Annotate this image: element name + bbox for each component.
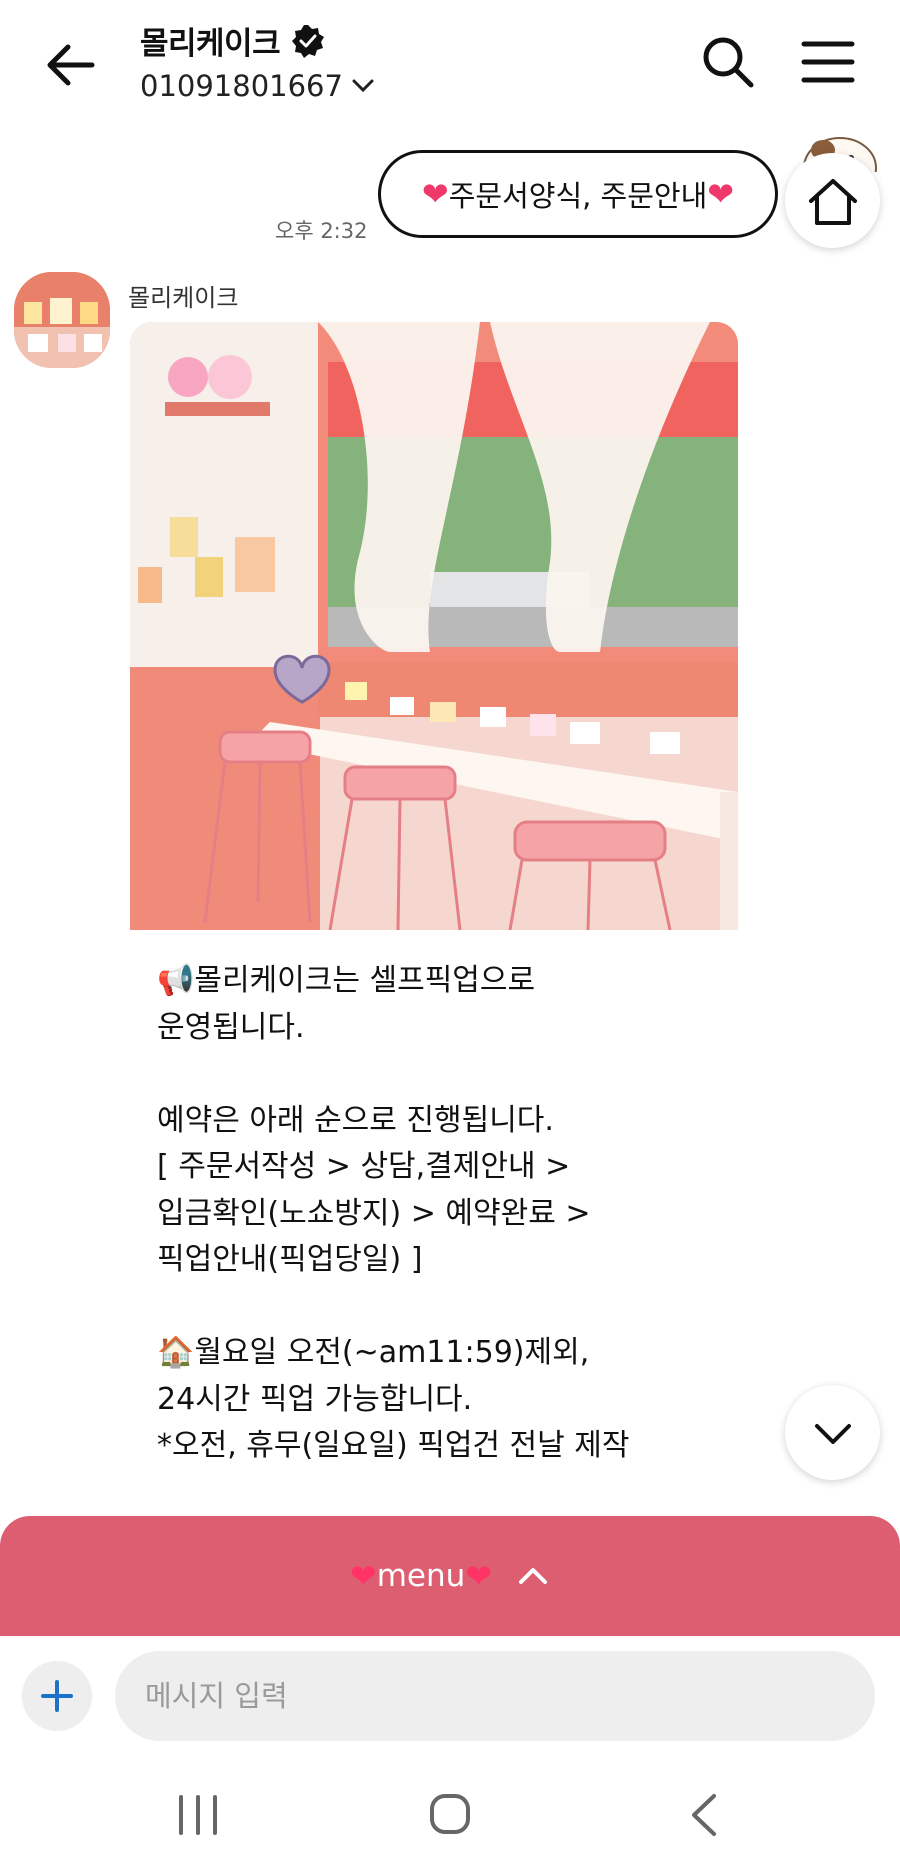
plus-icon — [41, 1680, 73, 1712]
search-icon — [703, 37, 754, 88]
chat-header: 몰리케이크 01091801667 — [0, 0, 900, 140]
verified-badge-icon — [292, 24, 325, 58]
message-input[interactable] — [115, 1651, 875, 1741]
sent-message-bubble[interactable]: ❤ 주문서양식, 주문안내 ❤ — [378, 150, 778, 238]
back-nav-icon[interactable] — [686, 1792, 720, 1838]
sender-name: 몰리케이크 — [128, 284, 239, 312]
home-button[interactable] — [785, 153, 880, 248]
attach-button[interactable] — [22, 1661, 92, 1731]
hamburger-menu-icon — [801, 41, 855, 83]
heart-emoji: ❤ — [465, 1557, 493, 1595]
heart-emoji: ❤ — [349, 1557, 377, 1595]
received-message-text: 📢몰리케이크는 셀프픽업으로 운영됩니다. 예약은 아래 순으로 진행됩니다. … — [157, 963, 630, 1463]
chevron-down-icon — [814, 1423, 851, 1444]
menu-label: menu — [376, 1558, 466, 1594]
cafe-photo[interactable] — [130, 322, 738, 930]
cafe-interior-image — [130, 322, 738, 930]
recent-apps-icon[interactable] — [175, 1793, 221, 1837]
chevron-up-icon[interactable] — [516, 1559, 550, 1593]
chat-title-block[interactable]: 몰리케이크 01091801667 — [140, 18, 375, 103]
system-navigation-bar — [0, 1756, 900, 1872]
sent-message-text: 주문서양식, 주문안내 — [448, 179, 708, 213]
scroll-down-button[interactable] — [785, 1385, 880, 1480]
search-button[interactable] — [700, 34, 756, 90]
arrow-left-icon — [47, 44, 95, 86]
home-nav-icon[interactable] — [428, 1792, 472, 1836]
heart-emoji: ❤ — [707, 175, 735, 213]
menu-button[interactable] — [800, 36, 856, 88]
heart-emoji: ❤ — [421, 175, 449, 213]
cake-shelf-image — [14, 272, 110, 368]
chat-title: 몰리케이크 — [140, 26, 281, 62]
home-icon — [808, 178, 857, 225]
sender-avatar[interactable] — [14, 272, 110, 368]
chevron-down-icon — [352, 79, 374, 93]
message-input-area — [0, 1636, 900, 1756]
phone-dropdown[interactable]: 01091801667 — [140, 69, 375, 103]
chat-menu-bar[interactable]: ❤ menu ❤ — [0, 1516, 900, 1636]
phone-number: 01091801667 — [140, 69, 343, 103]
message-time: 오후 2:32 — [275, 219, 368, 243]
back-button[interactable] — [40, 35, 100, 95]
